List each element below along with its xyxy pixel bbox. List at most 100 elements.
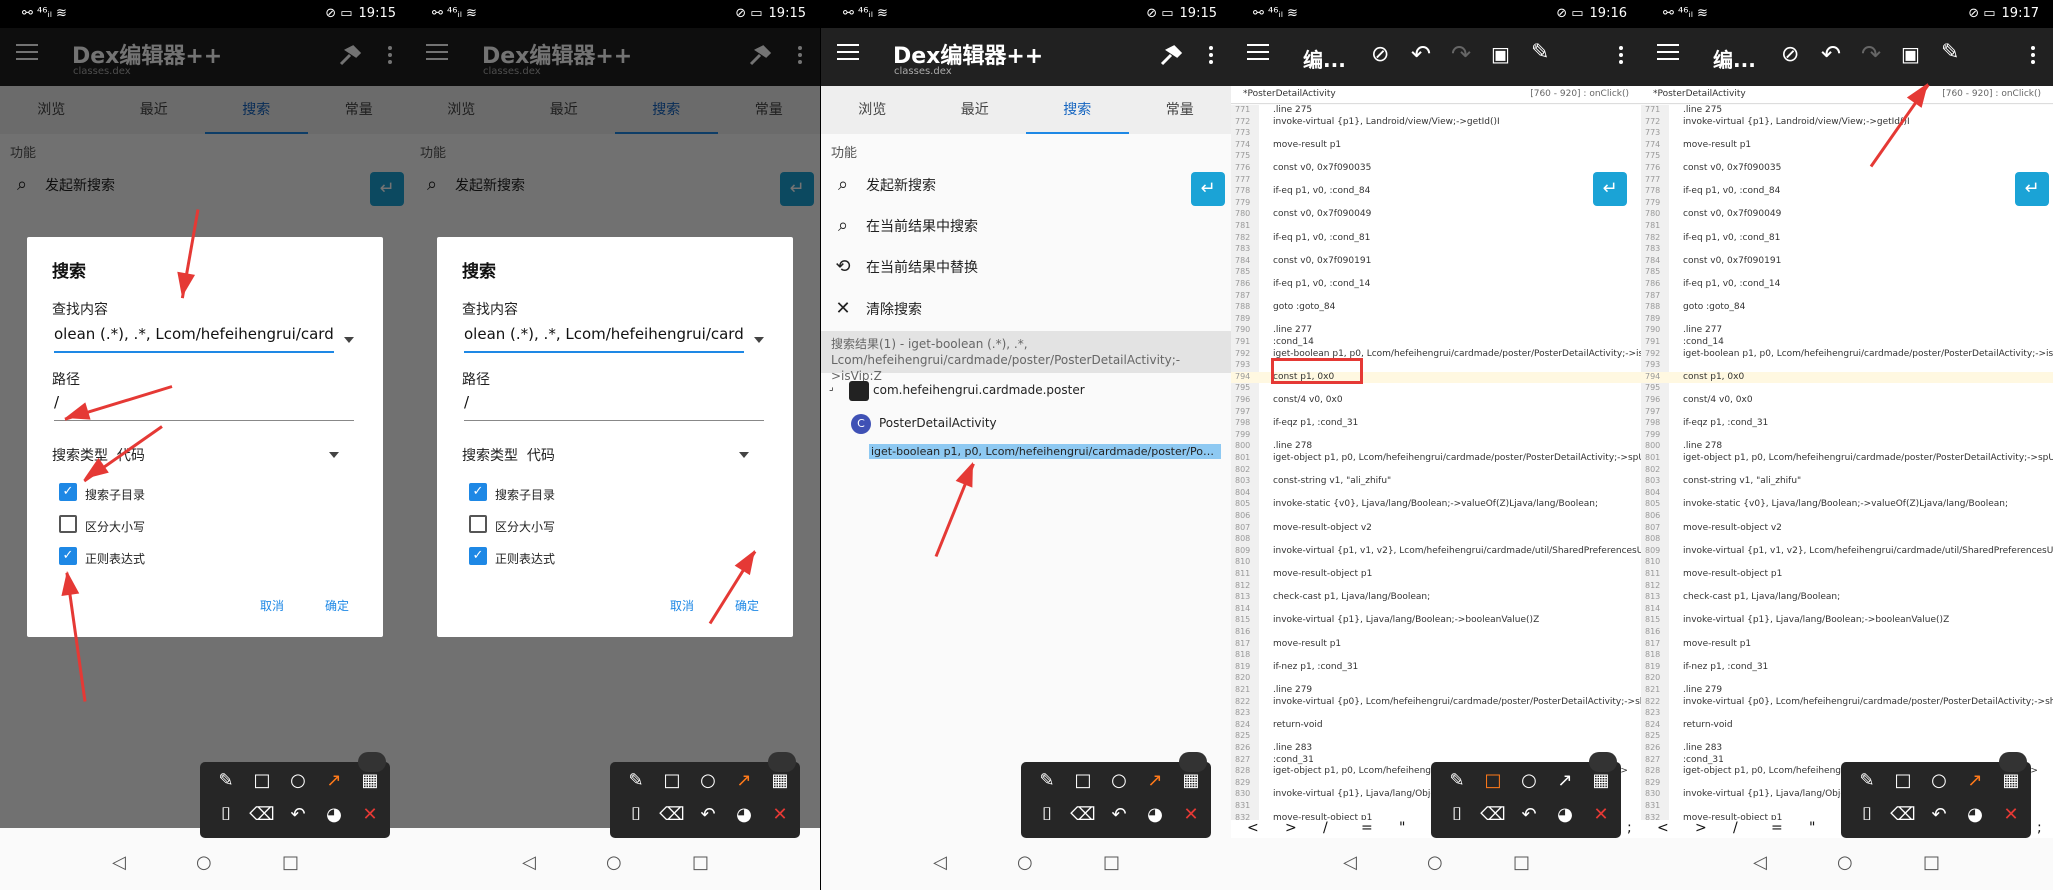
code-line[interactable]: 790 .line 277 (1641, 325, 2053, 337)
recents-icon[interactable]: □ (1513, 852, 1530, 873)
code-line[interactable]: 779 (1231, 198, 1641, 210)
code-line[interactable]: 793 (1641, 360, 2053, 372)
symbol-key[interactable]: ; (1627, 820, 1632, 836)
code-line[interactable]: 812 (1641, 581, 2053, 593)
eraser-icon[interactable]: ⌫ (1069, 804, 1097, 825)
brush-icon[interactable]: ✎ (1033, 770, 1061, 791)
circle-icon[interactable]: ○ (1515, 770, 1543, 791)
symbol-key[interactable]: ; (2037, 820, 2042, 836)
cancel-button[interactable]: 取消 (670, 597, 694, 614)
code-line[interactable]: 816 (1231, 627, 1641, 639)
code-line[interactable]: 818 (1641, 650, 2053, 662)
code-line[interactable]: 804 (1641, 488, 2053, 500)
code-line[interactable]: 782 if-eq p1, v0, :cond_81 (1641, 233, 2053, 245)
code-line[interactable]: 792 iget-boolean p1, p0, Lcom/hefeihengru… (1641, 349, 2053, 361)
symbol-key[interactable]: < (1657, 820, 1669, 836)
camera-icon[interactable]: ⌷ (1033, 804, 1061, 825)
code-line[interactable]: 796 const/4 v0, 0x0 (1641, 395, 2053, 407)
palette-icon[interactable]: ◕ (1961, 804, 1989, 825)
code-line[interactable]: 791:cond_14 (1231, 337, 1641, 349)
code-line[interactable]: 795 (1231, 383, 1641, 395)
brush-icon[interactable]: ✎ (212, 770, 240, 791)
code-line[interactable]: 794 const p1, 0x0 (1641, 371, 2053, 384)
undo-icon[interactable]: ↶ (1411, 40, 1431, 68)
code-line[interactable]: 796 const/4 v0, 0x0 (1231, 395, 1641, 407)
ok-button[interactable]: 确定 (735, 597, 759, 614)
cancel-button[interactable]: 取消 (260, 597, 284, 614)
code-line[interactable]: 782 if-eq p1, v0, :cond_81 (1231, 233, 1641, 245)
code-line[interactable]: 784 const v0, 0x7f090191 (1231, 256, 1641, 268)
code-line[interactable]: 820 (1641, 673, 2053, 685)
recents-icon[interactable]: □ (1923, 852, 1940, 873)
mosaic-icon[interactable]: ▦ (766, 770, 794, 791)
code-line[interactable]: 777 (1641, 175, 2053, 187)
search-in-results-item[interactable]: ⌕ 在当前结果中搜索 (821, 205, 1231, 245)
close-icon[interactable]: ✕ (1587, 804, 1615, 825)
recents-icon[interactable]: □ (282, 852, 299, 873)
close-icon[interactable]: ✕ (1997, 804, 2025, 825)
code-line[interactable]: 805 invoke-static {v0}, Ljava/lang/Boolea… (1641, 499, 2053, 511)
home-icon[interactable]: ○ (196, 852, 212, 873)
home-icon[interactable]: ○ (1837, 852, 1853, 873)
undo-icon[interactable]: ↶ (1821, 40, 1841, 68)
arrow-icon[interactable]: ↗ (730, 770, 758, 791)
rectangle-icon[interactable]: □ (1069, 770, 1097, 791)
code-line[interactable]: 813 check-cast p1, Ljava/lang/Boolean; (1641, 592, 2053, 604)
code-line[interactable]: 785 (1231, 267, 1641, 279)
code-line[interactable]: 790 .line 277 (1231, 325, 1641, 337)
brush-icon[interactable]: ✎ (1443, 770, 1471, 791)
code-line[interactable]: 807 move-result-object v2 (1231, 523, 1641, 535)
checkbox-regex[interactable]: ✓ (469, 547, 487, 565)
code-line[interactable]: 787 (1231, 291, 1641, 303)
tab-browse[interactable]: 浏览 (821, 86, 924, 134)
code-line[interactable]: 801 iget-object p1, p0, Lcom/hefeihengrui… (1231, 453, 1641, 465)
overflow-menu-icon[interactable] (1619, 46, 1623, 67)
code-line[interactable]: 798 if-eqz p1, :cond_31 (1231, 418, 1641, 430)
code-line[interactable]: 816 (1641, 627, 2053, 639)
code-line[interactable]: 773 (1231, 128, 1641, 140)
tab-constants[interactable]: 常量 (1129, 86, 1232, 134)
code-line[interactable]: 804 (1231, 488, 1641, 500)
code-line[interactable]: 817 move-result p1 (1641, 639, 2053, 651)
home-icon[interactable]: ○ (606, 852, 622, 873)
code-line[interactable]: 817 move-result p1 (1231, 639, 1641, 651)
code-line[interactable]: 773 (1641, 128, 2053, 140)
code-line[interactable]: 808 (1231, 534, 1641, 546)
pencil-icon[interactable]: ✎ (1531, 40, 1549, 65)
hammer-icon[interactable] (1159, 44, 1183, 68)
code-line[interactable]: 789 (1641, 314, 2053, 326)
new-search-item[interactable]: ⌕ 发起新搜索 (821, 164, 1231, 204)
tree-match[interactable]: iget-boolean p1, p0, Lcom/hefeihengrui/c… (821, 438, 1231, 468)
close-icon[interactable]: ✕ (1177, 804, 1205, 825)
code-line[interactable]: 812 (1231, 581, 1641, 593)
camera-icon[interactable]: ⌷ (622, 804, 650, 825)
code-line[interactable]: 776 const v0, 0x7f090035 (1231, 163, 1641, 175)
symbol-key[interactable]: " (1809, 820, 1815, 836)
code-line[interactable]: 805 invoke-static {v0}, Ljava/lang/Boolea… (1231, 499, 1641, 511)
code-area[interactable]: 771 .line 275 772 invoke-virtual {p1}, Land… (1641, 105, 2053, 820)
code-line[interactable]: 825 (1231, 731, 1641, 743)
code-line[interactable]: 781 (1231, 221, 1641, 233)
rectangle-icon[interactable]: □ (248, 770, 276, 791)
code-line[interactable]: 807 move-result-object v2 (1641, 523, 2053, 535)
symbol-key[interactable]: > (1285, 820, 1297, 836)
search-type-chevron-icon[interactable] (739, 452, 749, 458)
symbol-key[interactable]: = (1771, 820, 1783, 836)
tab-recent[interactable]: 最近 (924, 86, 1027, 134)
code-line[interactable]: 783 (1641, 244, 2053, 256)
eraser-icon[interactable]: ⌫ (1479, 804, 1507, 825)
menu-icon[interactable] (837, 44, 859, 62)
menu-icon[interactable] (1657, 44, 1679, 62)
home-icon[interactable]: ○ (1017, 852, 1033, 873)
close-icon[interactable]: ✕ (356, 804, 384, 825)
checkbox-regex[interactable]: ✓ (59, 547, 77, 565)
code-line[interactable]: 811 move-result-object p1 (1231, 569, 1641, 581)
arrow-icon[interactable]: ↗ (1961, 770, 1989, 791)
code-line[interactable]: 808 (1641, 534, 2053, 546)
code-line[interactable]: 825 (1641, 731, 2053, 743)
save-icon[interactable]: ▣ (1901, 42, 1920, 66)
code-line[interactable]: 788 goto :goto_84 (1641, 302, 2053, 314)
code-line[interactable]: 811 move-result-object p1 (1641, 569, 2053, 581)
code-line[interactable]: 815 invoke-virtual {p1}, Ljava/lang/Boole… (1231, 615, 1641, 627)
code-line[interactable]: 824 return-void (1231, 720, 1641, 732)
